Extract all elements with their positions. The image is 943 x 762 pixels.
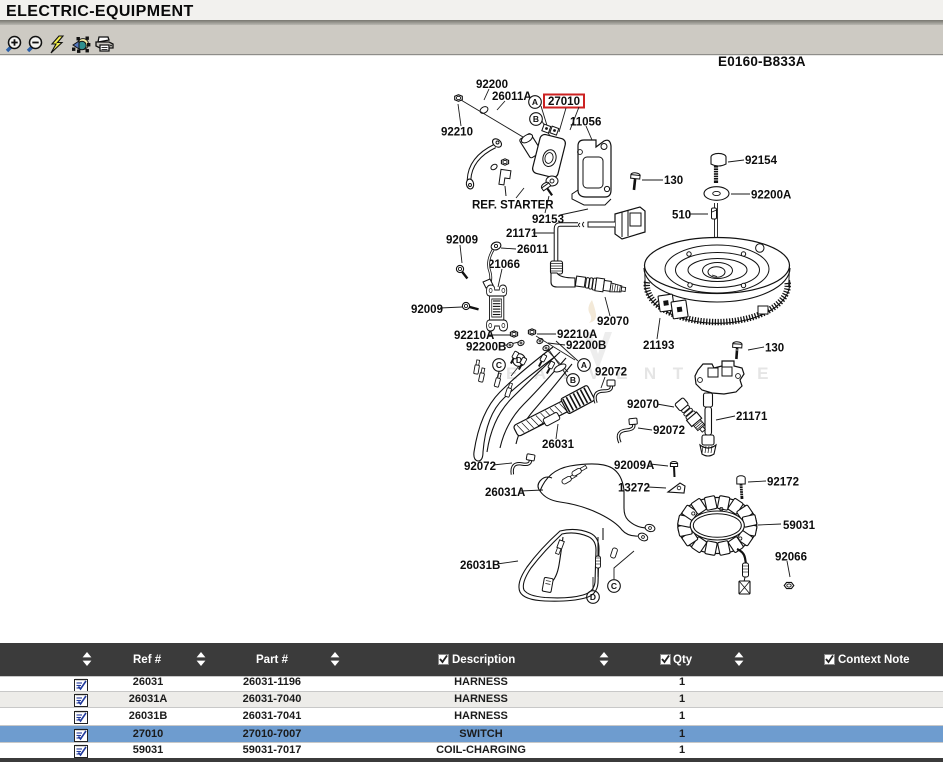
svg-text:92200B: 92200B xyxy=(566,340,606,352)
svg-text:21066: 21066 xyxy=(488,259,520,271)
svg-text:21171: 21171 xyxy=(506,228,538,240)
svg-text:A: A xyxy=(532,97,538,107)
svg-text:92072: 92072 xyxy=(464,461,496,473)
svg-text:92200A: 92200A xyxy=(751,190,791,202)
svg-text:21193: 21193 xyxy=(643,340,674,352)
svg-text:B: B xyxy=(533,114,539,124)
svg-text:26031A: 26031A xyxy=(485,487,525,499)
svg-text:92210: 92210 xyxy=(441,127,473,139)
svg-text:130: 130 xyxy=(765,343,784,355)
svg-text:92066: 92066 xyxy=(775,552,807,564)
svg-text:92072: 92072 xyxy=(653,425,685,437)
svg-text:21171: 21171 xyxy=(736,411,768,423)
svg-text:92070: 92070 xyxy=(597,316,629,328)
svg-text:REF. STARTER: REF. STARTER xyxy=(472,200,554,212)
svg-text:26011: 26011 xyxy=(517,244,549,256)
svg-text:B: B xyxy=(570,375,576,385)
svg-text:A: A xyxy=(581,360,587,370)
svg-text:510: 510 xyxy=(672,210,691,222)
svg-text:92210A: 92210A xyxy=(454,330,494,342)
svg-text:92200: 92200 xyxy=(476,79,508,91)
svg-text:27010: 27010 xyxy=(548,96,580,108)
svg-text:92072: 92072 xyxy=(595,367,627,379)
svg-text:130: 130 xyxy=(664,175,683,187)
svg-text:92070: 92070 xyxy=(627,399,659,411)
svg-text:92009: 92009 xyxy=(446,235,478,247)
svg-text:59031: 59031 xyxy=(783,520,816,532)
svg-text:26031: 26031 xyxy=(542,439,575,451)
svg-text:92172: 92172 xyxy=(767,477,799,489)
svg-text:92009: 92009 xyxy=(411,304,443,316)
svg-text:92154: 92154 xyxy=(745,155,778,167)
svg-text:92009A: 92009A xyxy=(614,460,654,472)
svg-text:C: C xyxy=(611,581,617,591)
svg-text:26031B: 26031B xyxy=(460,560,500,572)
svg-text:E0160-B833A: E0160-B833A xyxy=(718,54,806,69)
svg-text:92200B: 92200B xyxy=(466,342,506,354)
svg-text:C: C xyxy=(496,360,502,370)
svg-text:26011A: 26011A xyxy=(492,91,532,103)
